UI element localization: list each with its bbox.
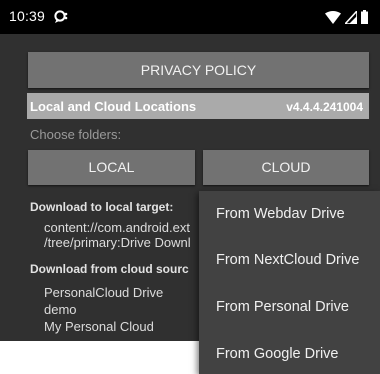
local-button[interactable]: LOCAL bbox=[28, 150, 195, 185]
choose-folders-label: Choose folders: bbox=[30, 127, 122, 142]
app-screen: PRIVACY POLICY Local and Cloud Locations… bbox=[0, 0, 380, 374]
menu-item-personal[interactable]: From Personal Drive bbox=[199, 284, 380, 330]
cloud-source-item[interactable]: PersonalCloud Drive bbox=[44, 284, 163, 301]
local-target-path: content://com.android.ext /tree/primary:… bbox=[44, 220, 191, 250]
battery-icon bbox=[361, 10, 368, 24]
signal-icon bbox=[345, 10, 357, 24]
cloud-source-item[interactable]: My Personal Cloud bbox=[44, 318, 163, 335]
cloud-source-menu: From Webdav Drive From NextCloud Drive F… bbox=[199, 191, 380, 374]
local-path-line-2: /tree/primary:Drive Downl bbox=[44, 235, 191, 250]
download-cloud-label: Download from cloud sourc bbox=[30, 262, 189, 276]
locations-header: Local and Cloud Locations v4.4.4.241004 bbox=[27, 93, 369, 119]
cloud-source-item[interactable]: demo bbox=[44, 301, 163, 318]
privacy-policy-button[interactable]: PRIVACY POLICY bbox=[28, 52, 369, 88]
status-time: 10:39 bbox=[9, 8, 46, 24]
cloud-source-list: PersonalCloud Drive demo My Personal Clo… bbox=[44, 284, 163, 335]
status-icons bbox=[325, 9, 368, 25]
locations-title: Local and Cloud Locations bbox=[30, 99, 197, 114]
menu-item-nextcloud[interactable]: From NextCloud Drive bbox=[199, 237, 380, 283]
download-local-label: Download to local target: bbox=[30, 200, 174, 214]
cloud-button[interactable]: CLOUD bbox=[203, 150, 369, 185]
wifi-icon bbox=[325, 10, 341, 24]
local-path-line-1: content://com.android.ext bbox=[44, 220, 190, 235]
status-bar: 10:39 bbox=[0, 0, 380, 34]
notification-bubble-icon bbox=[54, 10, 68, 23]
menu-item-google[interactable]: From Google Drive bbox=[199, 331, 380, 374]
app-version: v4.4.4.241004 bbox=[286, 100, 363, 114]
menu-item-webdav[interactable]: From Webdav Drive bbox=[199, 191, 380, 237]
